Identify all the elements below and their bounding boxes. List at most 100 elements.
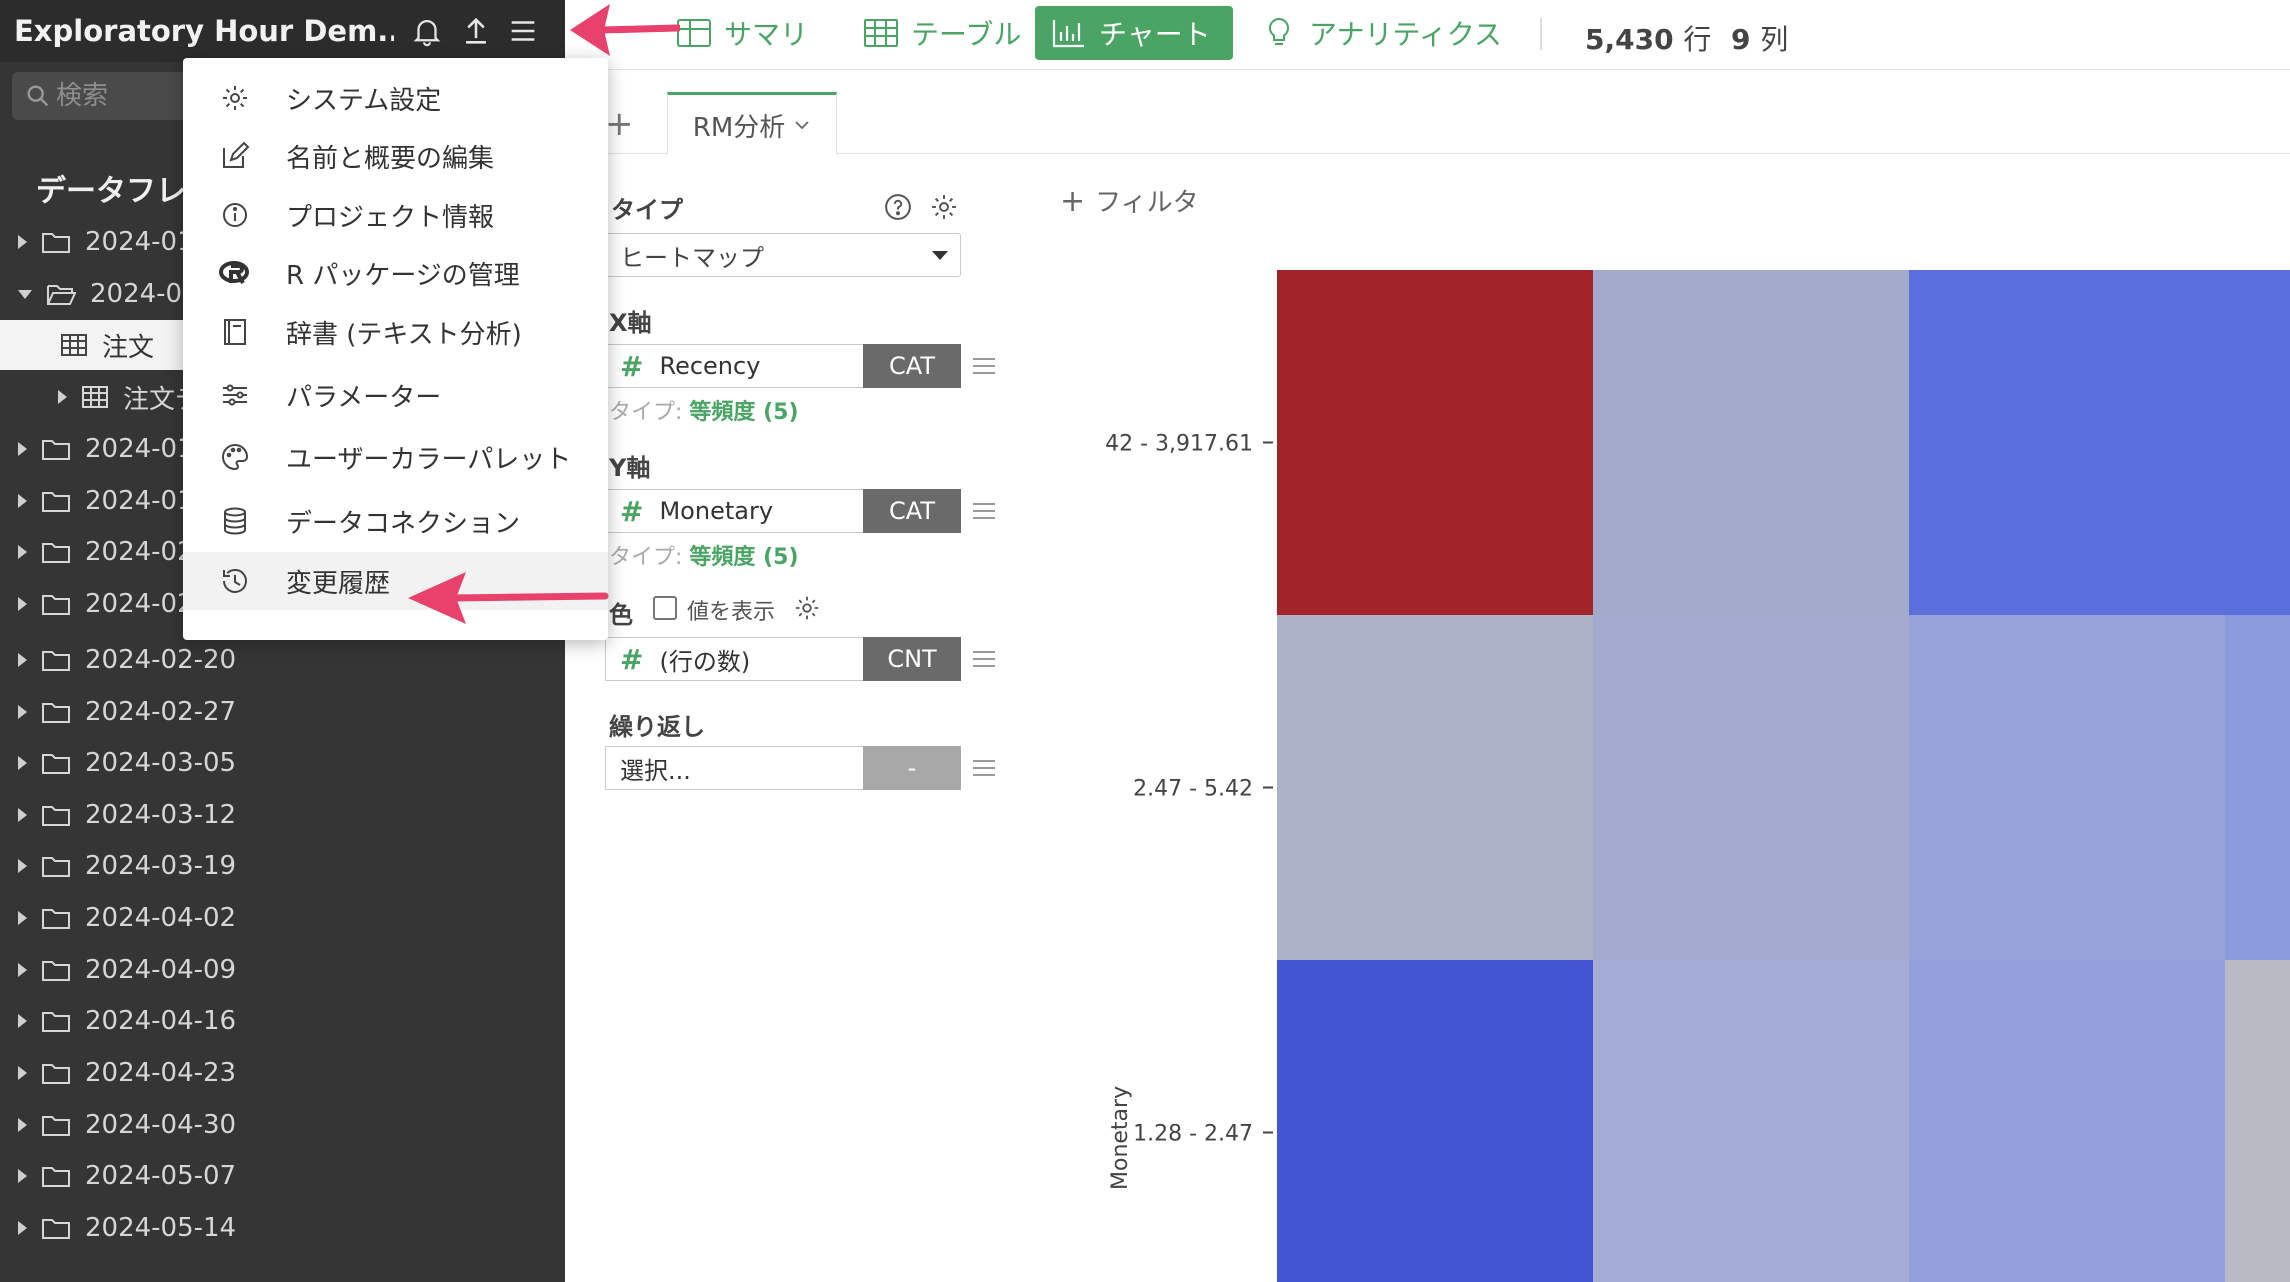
chart-tab-rm[interactable]: RM分析 — [667, 92, 837, 155]
gear-icon[interactable] — [793, 594, 821, 622]
menu-item-edit[interactable]: 名前と概要の編集 — [183, 127, 608, 185]
tab-summary[interactable]: サマリ — [660, 6, 824, 60]
heatmap-cell[interactable] — [2225, 270, 2290, 615]
color-function-button[interactable]: CNT — [863, 637, 961, 681]
chart-tabs: + RM分析 — [565, 88, 2290, 155]
heatmap-cell[interactable] — [2225, 960, 2290, 1282]
sidebar-folder-item[interactable]: 2024-02-20 — [0, 635, 565, 685]
sidebar-folder-item[interactable]: 2024-02-27 — [0, 687, 565, 737]
project-title[interactable]: Exploratory Hour Dem... — [14, 14, 394, 48]
sidebar-folder-item[interactable]: 2024-05-07 — [0, 1151, 565, 1201]
menu-item-history[interactable]: 変更履歴 — [183, 552, 608, 610]
caret-right-icon[interactable] — [18, 705, 27, 719]
repeat-drag-handle-icon[interactable] — [973, 760, 995, 776]
book-icon — [224, 319, 246, 345]
history-icon — [223, 568, 247, 593]
caret-right-icon[interactable] — [18, 442, 27, 456]
x-axis-field[interactable]: # Recency CAT — [605, 344, 961, 388]
add-filter-button[interactable]: + フィルタ — [1060, 182, 1199, 219]
caret-right-icon[interactable] — [18, 1066, 27, 1080]
y-axis-drag-handle-icon[interactable] — [973, 503, 995, 519]
tab-chart[interactable]: チャート — [1035, 6, 1233, 60]
bell-icon[interactable] — [410, 14, 444, 48]
heatmap-cell[interactable] — [2225, 615, 2290, 960]
tab-table[interactable]: テーブル — [847, 6, 1037, 60]
sidebar-item-label: 2024-02-20 — [85, 645, 237, 675]
caret-right-icon[interactable] — [58, 390, 67, 404]
sidebar-item-label: 2024-01 — [85, 227, 194, 257]
caret-right-icon[interactable] — [18, 1118, 27, 1132]
hamburger-menu-icon[interactable] — [506, 14, 540, 48]
x-axis-binning[interactable]: タイプ: 等頻度 (5) — [609, 394, 799, 426]
heatmap-cell[interactable] — [1277, 270, 1593, 615]
sidebar-item-label: 2024-04-16 — [85, 1006, 237, 1036]
caret-right-icon[interactable] — [18, 494, 27, 508]
sidebar-item-label: 2024-05-07 — [85, 1161, 237, 1191]
caret-right-icon[interactable] — [18, 911, 27, 925]
chevron-down-icon — [795, 121, 809, 130]
color-drag-handle-icon[interactable] — [973, 651, 995, 667]
caret-right-icon[interactable] — [18, 1014, 27, 1028]
caret-right-icon[interactable] — [18, 1221, 27, 1235]
y-axis-binning[interactable]: タイプ: 等頻度 (5) — [609, 539, 799, 571]
upload-icon[interactable] — [459, 14, 493, 48]
menu-item-palette[interactable]: ユーザーカラーパレット — [183, 428, 608, 486]
sidebar-folder-item[interactable]: 2024-04-02 — [0, 893, 565, 943]
chart-type-label: タイプ — [611, 196, 683, 224]
menu-item-database[interactable]: データコネクション — [183, 492, 608, 550]
sidebar-folder-item[interactable]: 2024-03-12 — [0, 790, 565, 840]
caret-down-icon[interactable] — [18, 289, 32, 299]
menu-item-r-logo[interactable]: R パッケージの管理 — [183, 244, 608, 302]
menu-item-sliders[interactable]: パラメーター — [183, 366, 608, 424]
tab-chart-label: チャート — [1099, 18, 1211, 51]
gear-icon[interactable] — [929, 192, 959, 222]
sidebar-folder-item[interactable]: 2024-04-30 — [0, 1100, 565, 1150]
menu-item-info[interactable]: プロジェクト情報 — [183, 186, 608, 244]
sidebar-folder-item[interactable]: 2024-03-05 — [0, 738, 565, 788]
sidebar-folder-item[interactable]: 2024-04-16 — [0, 996, 565, 1046]
sidebar-folder-item[interactable]: 2024-05-14 — [0, 1203, 565, 1253]
caret-right-icon[interactable] — [18, 859, 27, 873]
menu-item-label: データコネクション — [286, 508, 521, 539]
heatmap-cell[interactable] — [1909, 615, 2225, 960]
add-chart-tab-button[interactable]: + — [605, 104, 634, 144]
show-values-checkbox[interactable] — [653, 596, 677, 620]
repeat-function-button[interactable]: - — [863, 746, 961, 790]
x-axis-function-button[interactable]: CAT — [863, 344, 961, 388]
palette-icon — [222, 443, 249, 471]
caret-right-icon[interactable] — [18, 963, 27, 977]
sidebar-folder-item[interactable]: 2024-04-09 — [0, 945, 565, 995]
x-axis-drag-handle-icon[interactable] — [973, 358, 995, 374]
heatmap-cell[interactable] — [1593, 615, 1909, 960]
tab-table-label: テーブル — [911, 18, 1022, 51]
y-axis-function-button[interactable]: CAT — [863, 489, 961, 533]
menu-item-gear[interactable]: システム設定 — [183, 69, 608, 127]
menu-item-label: R パッケージの管理 — [286, 260, 520, 291]
heatmap-cell[interactable] — [1593, 270, 1909, 615]
caret-right-icon[interactable] — [18, 235, 27, 249]
caret-right-icon[interactable] — [18, 545, 27, 559]
caret-right-icon[interactable] — [18, 597, 27, 611]
heatmap-cell[interactable] — [1909, 270, 2225, 615]
sidebar-item-label: 2024-03-12 — [85, 800, 237, 830]
heatmap-cell[interactable] — [1277, 615, 1593, 960]
numeric-icon: # — [620, 494, 644, 528]
caret-right-icon[interactable] — [18, 1169, 27, 1183]
caret-right-icon[interactable] — [18, 756, 27, 770]
menu-item-book[interactable]: 辞書 (テキスト分析) — [183, 303, 608, 361]
sidebar-folder-item[interactable]: 2024-03-19 — [0, 841, 565, 891]
help-icon[interactable] — [883, 192, 913, 222]
heatmap-cell[interactable] — [1909, 960, 2225, 1282]
tab-analytics[interactable]: アナリティクス — [1245, 6, 1518, 60]
color-label: 色 — [609, 601, 633, 629]
caret-right-icon[interactable] — [18, 808, 27, 822]
y-axis-field[interactable]: # Monetary CAT — [605, 489, 961, 533]
color-field[interactable]: # (行の数) CNT — [605, 637, 961, 681]
chart-type-select[interactable]: ヒートマップ — [605, 233, 961, 277]
sidebar-folder-item[interactable]: 2024-04-23 — [0, 1048, 565, 1098]
heatmap-cell[interactable] — [1277, 960, 1593, 1282]
heatmap-cell[interactable] — [1593, 960, 1909, 1282]
caret-right-icon[interactable] — [18, 653, 27, 667]
numeric-icon: # — [620, 642, 644, 676]
repeat-field[interactable]: 選択... - — [605, 746, 961, 790]
